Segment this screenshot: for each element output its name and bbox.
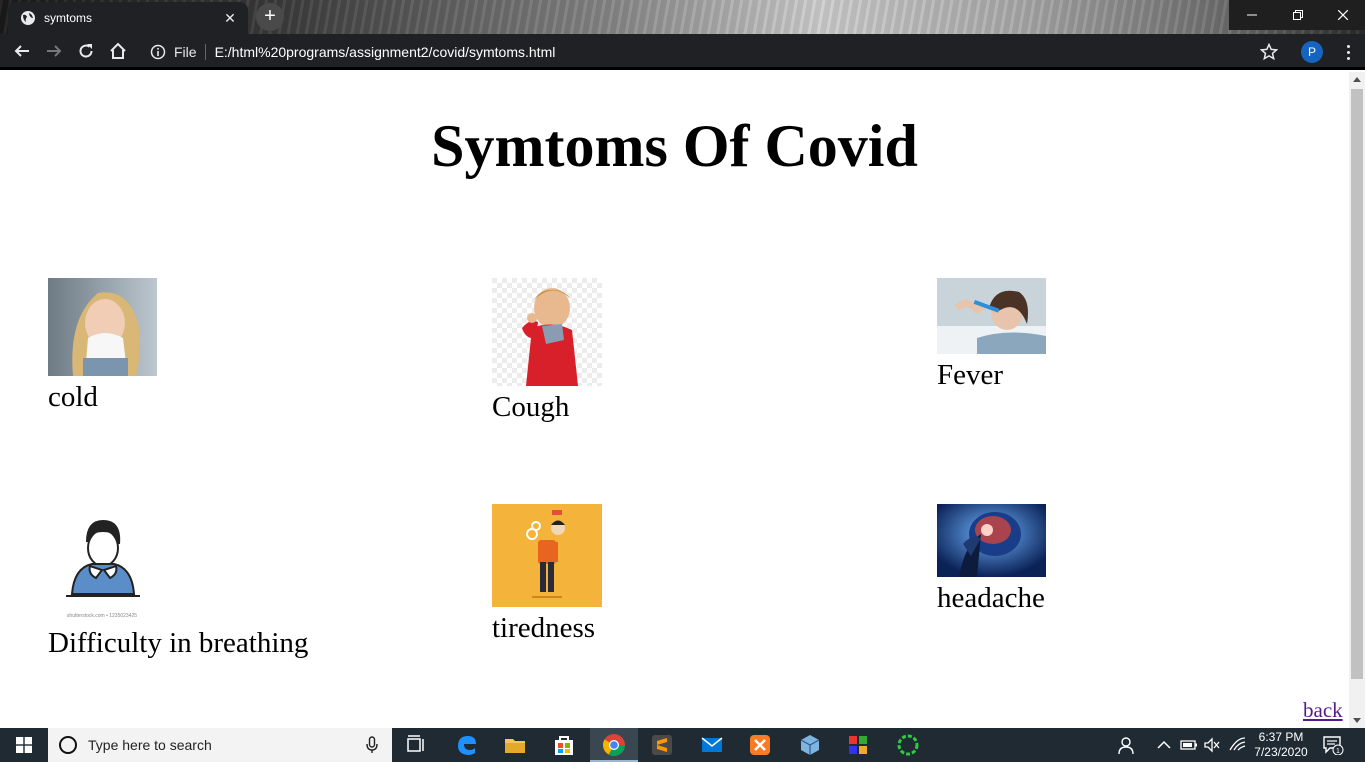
restore-button[interactable] (1275, 0, 1321, 30)
cortana-icon (59, 736, 77, 754)
stock-caption: shutterstock.com • 1235023425 (67, 613, 137, 619)
tab-title: symtoms (44, 11, 92, 25)
wifi-icon[interactable] (1228, 733, 1246, 757)
tab-close-icon[interactable]: ✕ (222, 10, 238, 26)
minimize-icon (1247, 14, 1257, 16)
home-icon (110, 42, 126, 59)
close-window-button[interactable] (1321, 0, 1365, 30)
man-breathing-illustration: shutterstock.com • 1235023425 (48, 504, 157, 622)
xampp-icon[interactable] (748, 733, 772, 757)
reload-icon (79, 43, 93, 58)
page-title: Symtoms Of Covid (431, 113, 918, 179)
mail-icon[interactable] (700, 733, 724, 757)
arrow-left-icon (14, 44, 29, 57)
tired-man-illustration (492, 504, 602, 607)
taskbar-search[interactable]: Type here to search (48, 728, 392, 762)
chrome-icon[interactable] (602, 733, 626, 757)
close-icon (1338, 10, 1348, 20)
new-tab-button[interactable]: + (256, 3, 284, 31)
notification-icon: 1 (1323, 736, 1344, 756)
microphone-icon[interactable] (366, 736, 378, 754)
url-scheme-label: File (174, 44, 206, 60)
home-button[interactable] (102, 35, 134, 67)
forward-button[interactable] (38, 35, 70, 67)
symptom-label: Difficulty in breathing (48, 627, 309, 659)
symptom-card-tiredness: tiredness (492, 504, 602, 645)
back-link[interactable]: back (1303, 698, 1343, 723)
clock-date: 7/23/2020 (1254, 745, 1308, 759)
back-button[interactable] (6, 35, 38, 67)
battery-icon[interactable] (1180, 733, 1198, 757)
brain-headache-photo (937, 504, 1046, 577)
symptom-label: tiredness (492, 612, 596, 644)
arrow-right-icon (47, 44, 62, 57)
browser-tab[interactable]: symtoms ✕ (8, 2, 248, 34)
page-scrollbar[interactable] (1349, 72, 1365, 728)
scroll-up-arrow-icon[interactable] (1353, 77, 1361, 82)
woman-sneezing-photo (48, 278, 157, 376)
notification-count: 1 (1336, 748, 1340, 755)
system-clock[interactable]: 6:37 PM 7/23/2020 (1250, 730, 1312, 760)
task-view-icon[interactable] (404, 733, 428, 757)
browser-toolbar: File E:/html%20programs/assignment2/covi… (0, 34, 1365, 70)
browser-menu-icon[interactable] (1338, 40, 1358, 64)
symptom-card-difficulty-breathing: shutterstock.com • 1235023425 Difficulty… (48, 504, 308, 660)
sublime-text-icon[interactable] (650, 733, 674, 757)
info-icon[interactable] (150, 44, 166, 60)
page-viewport: Symtoms Of Covid cold Cough Fever shutte… (0, 72, 1349, 728)
winrar-icon[interactable] (846, 733, 870, 757)
virtualbox-icon[interactable] (798, 733, 822, 757)
windows-logo-icon (16, 737, 32, 753)
symptom-label: cold (48, 381, 98, 413)
woman-thermometer-photo (937, 278, 1046, 354)
symptom-label: Cough (492, 391, 570, 423)
store-icon[interactable] (552, 733, 576, 757)
windows-taskbar: Type here to search 6:37 PM 7/23/2020 1 (0, 728, 1365, 762)
speaker-muted-icon[interactable] (1203, 733, 1221, 757)
scrollbar-thumb[interactable] (1351, 89, 1363, 679)
symptom-card-fever: Fever (937, 278, 1046, 392)
symptom-card-cough: Cough (492, 278, 602, 424)
clock-time: 6:37 PM (1258, 730, 1304, 744)
reload-button[interactable] (70, 35, 102, 67)
start-button[interactable] (0, 728, 48, 762)
search-placeholder: Type here to search (88, 737, 212, 753)
action-center-button[interactable]: 1 (1322, 735, 1344, 756)
symptom-label: Fever (937, 359, 1004, 391)
boy-coughing-photo (492, 278, 602, 386)
symptom-card-cold: cold (48, 278, 157, 414)
people-icon[interactable] (1118, 733, 1138, 757)
profile-avatar[interactable]: P (1301, 41, 1323, 63)
minimize-button[interactable] (1229, 0, 1275, 30)
file-explorer-icon[interactable] (503, 733, 527, 757)
restore-icon (1293, 10, 1303, 20)
address-bar[interactable]: File E:/html%20programs/assignment2/covi… (142, 38, 1300, 66)
edge-icon[interactable] (455, 733, 479, 757)
url-text[interactable]: E:/html%20programs/assignment2/covid/sym… (215, 44, 556, 60)
symptom-label: headache (937, 582, 1045, 614)
symptom-card-headache: headache (937, 504, 1046, 615)
scroll-down-arrow-icon[interactable] (1353, 718, 1361, 723)
browser-titlebar: symtoms ✕ + (0, 0, 1365, 34)
loading-ring-icon[interactable] (896, 733, 920, 757)
chevron-up-icon[interactable] (1155, 733, 1173, 757)
globe-icon (21, 11, 35, 25)
bookmark-star-icon[interactable] (1260, 43, 1278, 61)
